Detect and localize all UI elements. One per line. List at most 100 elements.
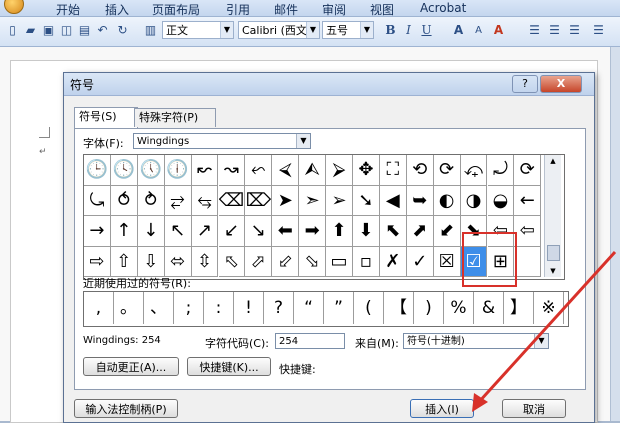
symbol-cell[interactable]: ⟳ [514, 155, 542, 186]
symbol-cell[interactable]: ▭ [326, 246, 353, 277]
symbol-cell[interactable]: ⬉ [379, 216, 407, 247]
symbol-cell[interactable]: ⬀ [245, 246, 273, 277]
symbol-cell[interactable]: 🕓 [110, 155, 138, 186]
symbol-cell[interactable]: ⬋ [433, 216, 461, 247]
symbol-cell[interactable]: ↗ [191, 216, 219, 247]
symbol-cell[interactable] [514, 246, 542, 277]
symbol-cell[interactable]: ⇨ [84, 246, 111, 277]
tab-view[interactable]: 视图 [370, 1, 394, 18]
recent-symbol-cell[interactable]: ! [234, 292, 264, 324]
symbol-cell[interactable]: ⛶ [379, 155, 407, 186]
symbol-cell[interactable]: ✗ [379, 246, 407, 277]
symbol-cell[interactable]: ⌦ [245, 185, 273, 216]
symbol-cell[interactable]: ⟳ [433, 155, 461, 186]
symbol-cell[interactable]: 🕔 [137, 155, 165, 186]
autocorrect-button[interactable]: 自动更正(A)... [83, 357, 179, 376]
symbol-cell[interactable]: ✓ [406, 246, 434, 277]
tab-home[interactable]: 开始 [56, 1, 80, 18]
tab-references[interactable]: 引用 [226, 1, 250, 18]
grid-scrollbar[interactable]: ▲ ▼ [544, 155, 561, 277]
font-select[interactable]: Wingdings ▼ [133, 133, 311, 149]
scroll-up-icon[interactable]: ▲ [545, 155, 561, 167]
office-button[interactable] [4, 0, 24, 14]
open-folder-icon[interactable]: ▰ [22, 22, 39, 39]
recent-symbol-cell[interactable]: ; [174, 292, 204, 324]
symbol-cell[interactable]: ⬆ [326, 216, 353, 247]
document-scrollbar[interactable] [610, 47, 620, 421]
recent-symbol-cell[interactable]: % [444, 292, 474, 324]
symbol-cell[interactable]: ◐ [433, 185, 461, 216]
shortcut-key-button[interactable]: 快捷键(K)... [187, 357, 271, 376]
symbol-cell[interactable]: ⬂ [299, 246, 327, 277]
symbol-cell[interactable]: ⬿ [245, 155, 273, 186]
shrink-font-button[interactable]: A [470, 22, 487, 39]
symbol-cell[interactable]: ⟲ [406, 155, 434, 186]
align-right-icon[interactable]: ☰ [566, 22, 583, 39]
help-button[interactable]: ? [512, 75, 538, 93]
recent-symbol-cell[interactable]: , [84, 292, 114, 324]
scroll-thumb[interactable] [547, 245, 560, 261]
paste-icon[interactable]: ▤ [76, 22, 93, 39]
grow-font-button[interactable]: A [450, 22, 467, 39]
chevron-down-icon[interactable]: ▼ [306, 22, 319, 38]
symbol-cell[interactable]: ⥁ [137, 185, 165, 216]
symbol-cell[interactable]: ⥃ [191, 185, 219, 216]
chevron-down-icon[interactable]: ▼ [220, 22, 233, 38]
symbol-cell[interactable]: ◑ [460, 185, 488, 216]
symbol-cell[interactable]: 🕒 [84, 155, 111, 186]
symbol-cell[interactable]: ⮘ [272, 155, 300, 186]
symbol-cell[interactable]: ⤽ [460, 155, 488, 186]
symbol-cell[interactable]: ↙ [218, 216, 246, 247]
symbol-cell[interactable]: ⇩ [137, 246, 165, 277]
recent-symbol-cell[interactable]: 、 [144, 292, 174, 324]
tab-special-characters[interactable]: 特殊字符(P) [134, 108, 216, 127]
symbol-cell[interactable]: ⮙ [299, 155, 327, 186]
underline-button[interactable]: U [418, 22, 435, 39]
tab-review[interactable]: 审阅 [322, 1, 346, 18]
recent-symbol-cell[interactable]: : [204, 292, 234, 324]
chevron-down-icon[interactable]: ▼ [534, 334, 548, 348]
ime-control-button[interactable]: 输入法控制柄(P) [74, 399, 178, 418]
print-preview-icon[interactable]: ◫ [58, 22, 75, 39]
undo-icon[interactable]: ↶ [94, 22, 111, 39]
recent-symbol-cell[interactable]: 【 [384, 292, 414, 324]
symbol-cell[interactable]: ➢ [326, 185, 353, 216]
symbol-cell[interactable]: → [84, 216, 111, 247]
font-combo[interactable]: Calibri (西文) ▼ [238, 21, 320, 39]
symbol-cell[interactable]: ⬈ [406, 216, 434, 247]
recent-symbol-cell[interactable]: ? [264, 292, 294, 324]
insert-button[interactable]: 插入(I) [410, 399, 474, 418]
dialog-titlebar[interactable]: 符号 ? X [64, 73, 594, 96]
from-select[interactable]: 符号(十进制) ▼ [403, 333, 549, 349]
tab-acrobat[interactable]: Acrobat [420, 1, 466, 15]
new-document-icon[interactable]: ▯ [4, 22, 21, 39]
symbol-cell[interactable]: ⥂ [164, 185, 192, 216]
tab-symbols[interactable]: 符号(S) [74, 107, 138, 128]
symbol-cell[interactable]: ⇦ [514, 216, 542, 247]
symbol-cell[interactable]: ← [514, 185, 542, 216]
scroll-down-icon[interactable]: ▼ [545, 265, 561, 277]
clear-format-button[interactable]: A [490, 22, 507, 39]
symbol-cell[interactable]: ➤ [272, 185, 300, 216]
symbol-cell[interactable]: ↜ [191, 155, 219, 186]
symbol-cell[interactable]: ◀ [379, 185, 407, 216]
book-icon[interactable]: ▥ [142, 22, 159, 39]
recent-symbol-cell[interactable]: “ [294, 292, 324, 324]
save-icon[interactable]: ▣ [40, 22, 57, 39]
symbol-cell[interactable]: ↖ [164, 216, 192, 247]
symbol-cell[interactable]: ⬁ [218, 246, 246, 277]
tab-page-layout[interactable]: 页面布局 [152, 1, 200, 18]
symbol-cell[interactable]: 🕕 [164, 155, 192, 186]
recent-symbol-cell[interactable]: & [474, 292, 504, 324]
chevron-down-icon[interactable]: ▼ [296, 134, 310, 148]
tab-mailings[interactable]: 邮件 [274, 1, 298, 18]
symbol-cell[interactable]: ↘ [245, 216, 273, 247]
cancel-button[interactable]: 取消 [502, 399, 566, 418]
symbol-cell[interactable]: ✥ [353, 155, 380, 186]
align-center-icon[interactable]: ☰ [546, 22, 563, 39]
recent-symbol-cell[interactable]: ( [354, 292, 384, 324]
align-left-icon[interactable]: ☰ [526, 22, 543, 39]
redo-icon[interactable]: ↻ [114, 22, 131, 39]
symbol-cell[interactable]: ⬄ [164, 246, 192, 277]
symbol-cell[interactable]: ↝ [218, 155, 246, 186]
